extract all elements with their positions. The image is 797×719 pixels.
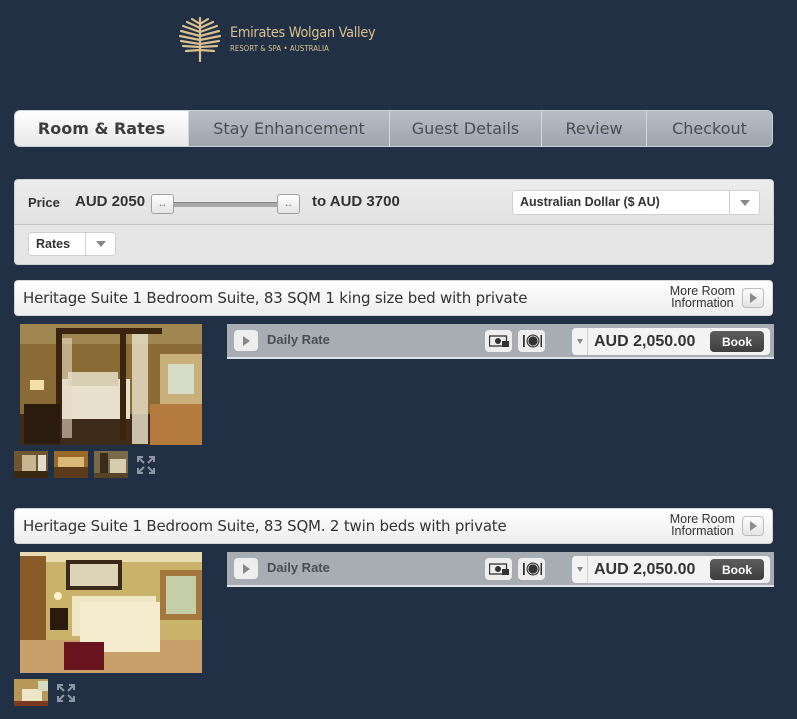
- chevron-down-icon[interactable]: [85, 233, 115, 255]
- expand-gallery-icon[interactable]: [56, 683, 76, 703]
- room-photo[interactable]: [20, 552, 202, 673]
- rates-select[interactable]: Rates: [28, 232, 116, 256]
- money-icon: [485, 558, 512, 580]
- slider-handle-max[interactable]: ↔: [277, 194, 300, 214]
- tab-room-rates[interactable]: Room & Rates: [15, 111, 188, 146]
- thumbnail[interactable]: [54, 451, 88, 478]
- chevron-down-icon[interactable]: [572, 556, 588, 583]
- thumbnail-strip: [14, 679, 76, 706]
- more-info-label-line2: Information: [671, 295, 734, 310]
- price-max-value: to AUD 3700: [312, 193, 400, 210]
- room-title: Heritage Suite 1 Bedroom Suite, 83 SQM. …: [23, 517, 507, 535]
- price-range-slider[interactable]: ↔ ↔: [151, 194, 300, 214]
- rate-price: AUD 2,050.00: [594, 560, 696, 578]
- horizontal-arrows-icon: ↔: [283, 198, 294, 210]
- price-box: AUD 2,050.00 Book: [572, 328, 770, 355]
- thumbnail[interactable]: [14, 679, 48, 706]
- filter-panel: Price AUD 2050 ↔ ↔ to AUD 3700 Australia…: [14, 179, 774, 265]
- more-room-info-button[interactable]: More Room Information: [670, 513, 764, 538]
- rate-label: Daily Rate: [267, 332, 330, 347]
- expand-gallery-icon[interactable]: [136, 455, 156, 475]
- room-title: Heritage Suite 1 Bedroom Suite, 83 SQM 1…: [23, 289, 528, 307]
- room-header: Heritage Suite 1 Bedroom Suite, 83 SQM 1…: [14, 280, 773, 316]
- slider-handle-min[interactable]: ↔: [151, 194, 174, 214]
- more-room-info-button[interactable]: More Room Information: [670, 285, 764, 310]
- tab-guest-details[interactable]: Guest Details: [389, 111, 541, 146]
- chevron-down-icon[interactable]: [729, 191, 759, 214]
- book-button[interactable]: Book: [710, 331, 764, 352]
- play-icon[interactable]: [234, 558, 258, 579]
- currency-select[interactable]: Australian Dollar ($ AU): [512, 190, 760, 215]
- play-icon[interactable]: [234, 330, 258, 351]
- thumbnail[interactable]: [14, 451, 48, 478]
- rates-selected-value: Rates: [36, 237, 71, 251]
- booking-steps-tabs: Room & Rates Stay Enhancement Guest Deta…: [14, 110, 773, 147]
- meal-icon: [518, 558, 545, 580]
- room-header: Heritage Suite 1 Bedroom Suite, 83 SQM. …: [14, 508, 773, 544]
- price-box: AUD 2,050.00 Book: [572, 556, 770, 583]
- tab-checkout[interactable]: Checkout: [646, 111, 772, 146]
- rate-price: AUD 2,050.00: [594, 332, 696, 350]
- thumbnail-strip: [14, 451, 156, 478]
- rate-row: Daily Rate AUD 2,050.00 Book: [227, 324, 774, 359]
- currency-selected-value: Australian Dollar ($ AU): [520, 195, 660, 209]
- meal-icon: [518, 330, 545, 352]
- horizontal-arrows-icon: ↔: [157, 198, 168, 210]
- price-min-value: AUD 2050: [75, 193, 146, 210]
- chevron-down-icon[interactable]: [572, 328, 588, 355]
- palm-leaf-icon: [178, 16, 222, 62]
- thumbnail[interactable]: [94, 451, 128, 478]
- tab-stay-enhancement[interactable]: Stay Enhancement: [188, 111, 389, 146]
- book-button[interactable]: Book: [710, 559, 764, 580]
- money-icon: [485, 330, 512, 352]
- brand-tagline: RESORT & SPA • AUSTRALIA: [230, 44, 329, 53]
- brand-name: Emirates Wolgan Valley: [230, 25, 376, 41]
- tab-review[interactable]: Review: [541, 111, 646, 146]
- play-icon[interactable]: [742, 515, 764, 536]
- more-info-label-line2: Information: [671, 523, 734, 538]
- play-icon[interactable]: [742, 287, 764, 308]
- rate-label: Daily Rate: [267, 560, 330, 575]
- resort-logo: Emirates Wolgan Valley RESORT & SPA • AU…: [178, 16, 388, 62]
- slider-track: [163, 202, 288, 207]
- room-photo[interactable]: [20, 324, 202, 445]
- price-label: Price: [28, 195, 60, 210]
- rate-row: Daily Rate AUD 2,050.00 Book: [227, 552, 774, 587]
